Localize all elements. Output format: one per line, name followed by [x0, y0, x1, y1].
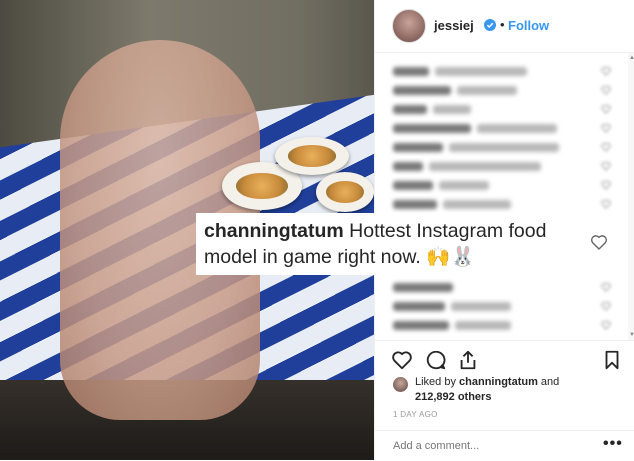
highlighted-comment-username[interactable]: channingtatum — [204, 220, 344, 242]
comment-item — [393, 103, 471, 115]
add-comment-input[interactable] — [393, 440, 593, 452]
post-actions-bar — [375, 340, 634, 377]
heart-icon[interactable] — [391, 349, 413, 371]
post-timestamp[interactable]: 1 DAY AGO — [393, 410, 438, 419]
comments-scrollbar[interactable]: ▲ ▼ — [628, 53, 634, 340]
add-comment-bar: ••• — [375, 430, 634, 461]
comment-icon[interactable] — [425, 349, 447, 371]
comment-item — [393, 65, 527, 77]
comment-heart-icon[interactable] — [601, 161, 611, 171]
verified-badge-icon — [484, 19, 496, 31]
comments-list[interactable] — [375, 53, 627, 340]
comment-heart-icon[interactable] — [601, 66, 611, 76]
liker-username[interactable]: channingtatum — [459, 376, 538, 388]
post-username[interactable]: jessiej — [434, 18, 474, 33]
comment-heart-icon[interactable] — [601, 123, 611, 133]
comment-heart-icon[interactable] — [601, 282, 611, 292]
follow-button[interactable]: Follow — [508, 18, 549, 33]
comment-item — [393, 141, 559, 153]
liked-by-line: Liked by channingtatum and — [415, 376, 559, 388]
highlighted-comment-heart-icon[interactable] — [590, 233, 608, 251]
comment-heart-icon[interactable] — [601, 85, 611, 95]
scroll-down-arrow-icon[interactable]: ▼ — [629, 332, 634, 338]
liked-by-prefix: Liked by — [415, 376, 460, 388]
liker-avatar[interactable] — [393, 377, 408, 392]
comment-item — [393, 84, 517, 96]
comment-item — [393, 198, 511, 210]
scroll-up-arrow-icon[interactable]: ▲ — [629, 55, 634, 61]
avatar[interactable] — [392, 9, 426, 43]
liked-by-suffix: and — [537, 376, 560, 388]
comment-heart-icon[interactable] — [601, 199, 611, 209]
photo-plate — [316, 172, 374, 212]
highlighted-comment: channingtatum Hottest Instagram food mod… — [196, 213, 574, 275]
comment-item — [393, 122, 557, 134]
comment-item — [393, 319, 511, 331]
likes-count[interactable]: 212,892 others — [415, 391, 491, 403]
bookmark-icon[interactable] — [601, 349, 623, 371]
comment-heart-icon[interactable] — [601, 142, 611, 152]
highlighted-comment-text: channingtatum Hottest Instagram food mod… — [204, 218, 564, 270]
separator-dot: • — [500, 17, 505, 32]
photo-plate — [275, 137, 349, 175]
comment-item — [393, 179, 489, 191]
comment-heart-icon[interactable] — [601, 104, 611, 114]
share-icon[interactable] — [457, 349, 479, 371]
comment-item — [393, 281, 453, 293]
comment-heart-icon[interactable] — [601, 180, 611, 190]
post-header: jessiej • Follow — [375, 0, 634, 53]
comment-item — [393, 160, 541, 172]
comment-heart-icon[interactable] — [601, 320, 611, 330]
comment-heart-icon[interactable] — [601, 301, 611, 311]
comment-item — [393, 300, 511, 312]
more-options-icon[interactable]: ••• — [603, 435, 623, 453]
